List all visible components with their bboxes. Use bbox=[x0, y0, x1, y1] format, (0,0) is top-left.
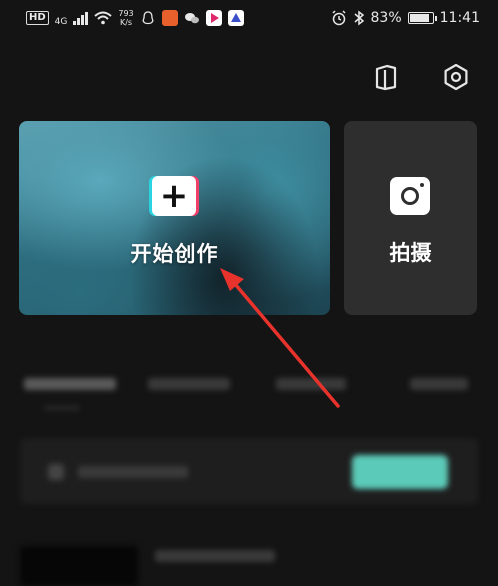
status-right: 83% 11:41 bbox=[331, 10, 480, 26]
camera-icon bbox=[390, 177, 430, 215]
status-left: HD 4G 793 K/s bbox=[26, 9, 244, 27]
shoot-card[interactable]: 拍摄 bbox=[344, 121, 477, 315]
status-bar: HD 4G 793 K/s 83% 11:41 bbox=[0, 0, 498, 36]
cloud-icon bbox=[48, 464, 64, 480]
banner-text bbox=[78, 466, 188, 478]
wifi-icon bbox=[94, 11, 113, 25]
network-type: 4G bbox=[54, 17, 68, 27]
wechat-icon bbox=[184, 13, 199, 24]
start-creation-card[interactable]: + 开始创作 bbox=[19, 121, 330, 315]
network-speed-unit: K/s bbox=[119, 18, 133, 27]
app-notification-icon bbox=[161, 10, 178, 26]
video-app-icon bbox=[205, 10, 222, 26]
cloud-banner bbox=[20, 438, 478, 504]
banner-button[interactable] bbox=[352, 455, 448, 489]
draft-title bbox=[155, 550, 275, 562]
clock: 11:41 bbox=[439, 10, 480, 26]
tab-templates[interactable] bbox=[276, 378, 346, 390]
tab-drafts[interactable] bbox=[24, 378, 116, 390]
blurred-content-area bbox=[0, 360, 498, 586]
battery-percent: 83% bbox=[370, 10, 402, 26]
bluetooth-icon bbox=[354, 10, 364, 26]
settings-icon[interactable] bbox=[441, 62, 471, 92]
qq-icon bbox=[142, 11, 154, 25]
shoot-label: 拍摄 bbox=[389, 241, 432, 265]
start-creation-label: 开始创作 bbox=[130, 242, 219, 266]
tab-cloud[interactable] bbox=[148, 378, 230, 390]
news-app-icon bbox=[227, 10, 244, 26]
plus-icon: + bbox=[152, 176, 196, 216]
active-tab-indicator bbox=[44, 406, 80, 410]
tab-manage[interactable] bbox=[410, 378, 468, 390]
hd-indicator: HD bbox=[26, 11, 49, 25]
draft-thumbnail[interactable] bbox=[20, 546, 138, 586]
signal-icon bbox=[73, 11, 89, 25]
alarm-icon bbox=[331, 10, 346, 26]
network-speed: 793 K/s bbox=[118, 9, 133, 27]
book-icon[interactable] bbox=[371, 62, 401, 92]
battery-icon bbox=[407, 12, 437, 24]
network-speed-value: 793 bbox=[118, 9, 134, 18]
